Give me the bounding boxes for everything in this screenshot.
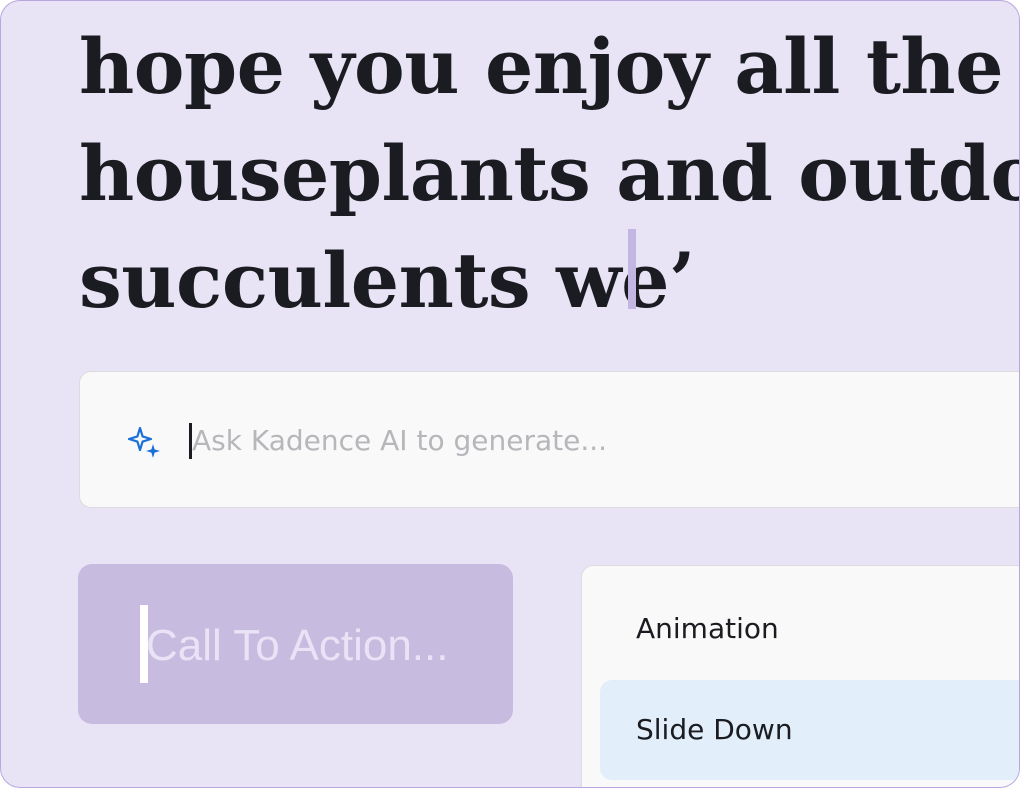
sparkles-icon (127, 426, 162, 460)
animation-dropdown: Animation Slide Down (581, 565, 1019, 787)
ai-prompt-input[interactable] (192, 419, 1012, 461)
animation-option-slide-down[interactable]: Slide Down (600, 680, 1019, 780)
text-cursor (628, 229, 636, 309)
ai-prompt-bar[interactable] (79, 371, 1019, 508)
animation-label: Animation (636, 612, 779, 645)
call-to-action-input[interactable] (146, 620, 486, 672)
editor-canvas: hope you enjoy all the new houseplants a… (0, 0, 1020, 788)
headline-line: hope you enjoy all the new (79, 22, 1019, 111)
call-to-action-button[interactable] (78, 564, 513, 724)
headline-line: succulents we’ (79, 236, 695, 325)
headline-line: houseplants and outdoor (79, 129, 1019, 218)
option-label: Slide Down (636, 713, 793, 746)
headline-text[interactable]: hope you enjoy all the new houseplants a… (79, 13, 1019, 334)
